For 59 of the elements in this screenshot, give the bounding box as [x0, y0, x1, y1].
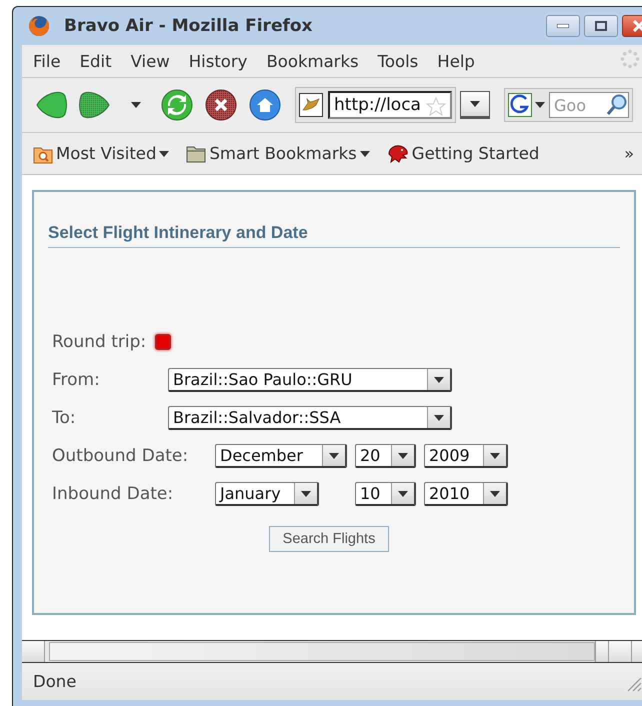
address-field[interactable]: http://loca: [328, 91, 452, 119]
status-text: Done: [33, 672, 76, 691]
star-icon[interactable]: [426, 97, 446, 116]
menu-item[interactable]: View: [130, 48, 179, 74]
caret-icon: [535, 102, 545, 108]
caret-icon: [434, 414, 444, 420]
location-select[interactable]: Brazil::Salvador::SSA: [168, 406, 452, 430]
maximize-button[interactable]: [584, 15, 618, 37]
month-select[interactable]: January: [215, 482, 319, 506]
year-select[interactable]: 2010: [424, 482, 508, 506]
caret-icon: [398, 452, 408, 458]
maximize-icon: [595, 21, 607, 31]
minimize-icon: [557, 24, 569, 28]
dinosaur-icon: [386, 144, 409, 164]
field-label: To:: [52, 408, 77, 428]
location-select[interactable]: Brazil::Sao Paulo::GRU: [168, 368, 452, 392]
menu-item[interactable]: File: [33, 48, 70, 74]
menu-item[interactable]: Tools: [378, 48, 428, 74]
field-label: Round trip:: [52, 332, 146, 352]
loading-throbber-icon: [620, 49, 640, 69]
menu-item[interactable]: Help: [437, 48, 484, 74]
caret-icon: [470, 101, 480, 107]
caret-icon: [490, 452, 500, 458]
field-label: From:: [52, 370, 101, 390]
menu-item[interactable]: History: [188, 48, 256, 74]
address-dropdown-button[interactable]: [460, 91, 490, 119]
month-select[interactable]: December: [215, 444, 347, 468]
window-title: Bravo Air - Mozilla Firefox: [64, 16, 313, 36]
field-label: Inbound Date:: [52, 484, 174, 504]
caret-icon: [398, 490, 408, 496]
minimize-button[interactable]: [546, 15, 580, 37]
year-select[interactable]: 2009: [424, 444, 508, 468]
search-icon[interactable]: [606, 94, 628, 116]
bookmark-item[interactable]: Getting Started: [386, 144, 540, 164]
bookmarks-overflow-button[interactable]: »: [624, 144, 634, 163]
back-icon[interactable]: [35, 90, 67, 120]
round-trip-checkbox[interactable]: [155, 334, 172, 350]
reload-icon[interactable]: [161, 89, 193, 121]
day-select[interactable]: 20: [355, 444, 416, 468]
horizontal-scrollbar[interactable]: [22, 641, 642, 662]
home-icon[interactable]: [249, 89, 281, 121]
form-heading: Select Flight Intinerary and Date: [48, 223, 620, 248]
menu-item[interactable]: Edit: [80, 48, 121, 74]
bookmark-item[interactable]: Most Visited: [33, 144, 170, 164]
caret-icon: [434, 376, 444, 382]
caret-icon: [490, 490, 500, 496]
caret-icon: [329, 452, 339, 458]
search-engine-button[interactable]: [508, 93, 545, 117]
folder-icon: [186, 144, 206, 162]
caret-icon: [131, 102, 141, 108]
field-label: Outbound Date:: [52, 446, 190, 466]
firefox-logo-icon: [28, 15, 50, 37]
bookmark-item[interactable]: Smart Bookmarks: [186, 144, 370, 163]
search-engine-icon: [508, 93, 532, 117]
day-select[interactable]: 10: [355, 482, 416, 506]
search-flights-button[interactable]: Search Flights: [268, 526, 390, 552]
menu-item[interactable]: Bookmarks: [266, 48, 368, 74]
caret-icon: [301, 490, 311, 496]
close-icon: [633, 20, 642, 32]
